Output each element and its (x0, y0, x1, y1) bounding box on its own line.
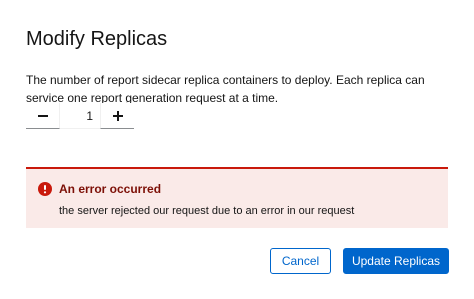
minus-icon (37, 114, 48, 117)
replica-count-stepper (26, 103, 134, 129)
replica-count-input[interactable] (60, 103, 100, 129)
decrement-button[interactable] (26, 103, 60, 129)
increment-button[interactable] (100, 103, 134, 129)
error-alert: An error occurred the server rejected ou… (26, 167, 448, 228)
alert-message: the server rejected our request due to a… (59, 205, 355, 217)
modify-replicas-modal: Modify Replicas The number of report sid… (0, 0, 474, 299)
exclamation-circle-icon (38, 182, 52, 196)
alert-title: An error occurred (59, 182, 162, 196)
modal-description: The number of report sidecar replica con… (26, 73, 425, 105)
cancel-button[interactable]: Cancel (270, 248, 331, 274)
modal-title: Modify Replicas (26, 28, 168, 50)
plus-icon (112, 110, 123, 121)
update-replicas-button[interactable]: Update Replicas (343, 248, 449, 274)
